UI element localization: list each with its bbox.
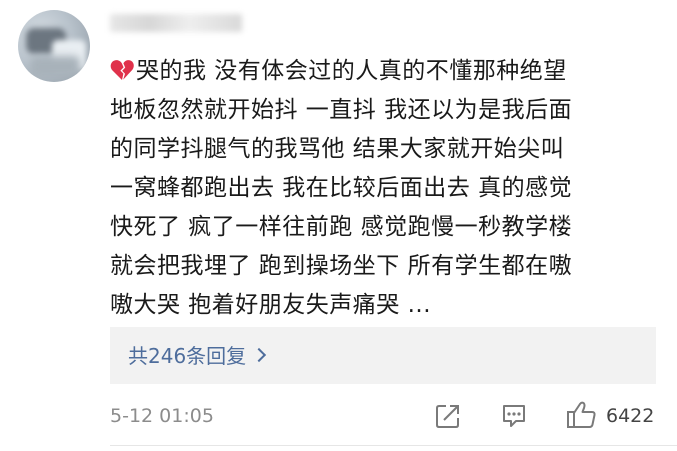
thumbs-up-icon [567,401,596,428]
user-avatar[interactable] [18,10,90,82]
comment-line-3: 的同学抖腿气的我骂他 结果大家就开始尖叫 [110,136,565,162]
chevron-right-icon [252,347,267,363]
replies-label: 共246条回复 [128,344,247,368]
comment-line-5: 快死了 疯了一样往前跑 感觉跑慢一秒教学楼 [110,214,573,240]
share-button[interactable] [434,400,464,432]
comment-button[interactable] [500,400,530,432]
comment-line-1: 哭的我 没有体会过的人真的不懂那种绝望 [110,58,567,84]
comment-text: 哭的我 没有体会过的人真的不懂那种绝望 地板忽然就开始抖 一直抖 我还以为是我后… [110,52,658,325]
comment-line-6: 就会把我埋了 跑到操场坐下 所有学生都在嗷 [110,253,573,279]
like-button[interactable]: 6422 [566,400,666,432]
comment-line-7: 嗷大哭 抱着好朋友失声痛哭 ... [110,292,432,318]
comment-line-2: 地板忽然就开始抖 一直抖 我还以为是我后面 [110,97,573,123]
share-icon [436,405,459,428]
comment-line-4: 一窝蜂都跑出去 我在比较后面出去 真的感觉 [110,175,573,201]
broken-heart-icon [110,60,134,80]
view-replies-link[interactable]: 共246条回复 [128,344,267,368]
like-count: 6422 [606,405,655,427]
replies-panel: 共246条回复 [110,327,656,384]
divider [110,445,677,446]
comment-timestamp: 5-12 01:05 [110,405,214,427]
username-blurred[interactable] [110,14,242,32]
comment-icon [503,405,525,427]
